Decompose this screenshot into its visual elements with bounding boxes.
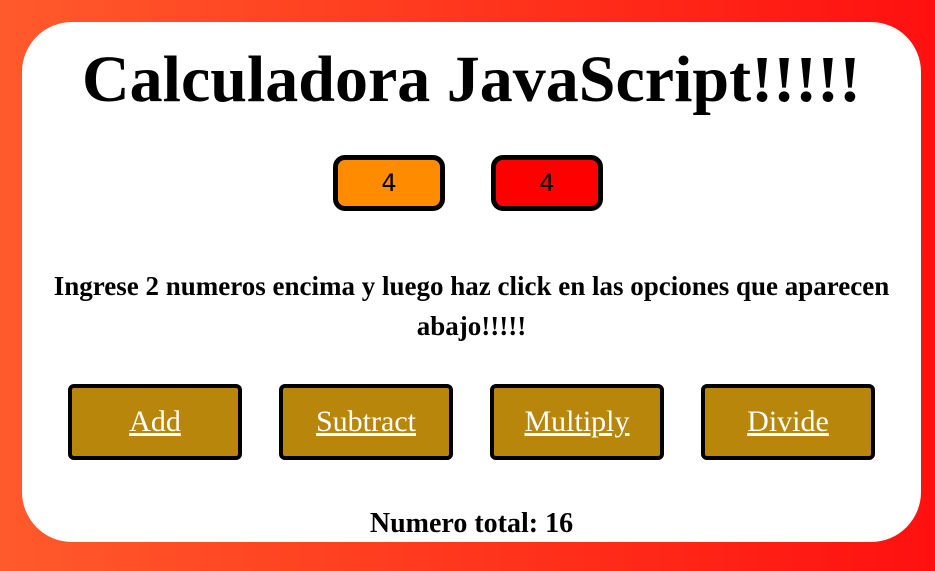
multiply-button[interactable]: Multiply (490, 384, 664, 460)
instructions-text: Ingrese 2 numeros encima y luego haz cli… (53, 271, 890, 341)
page-title: Calculadora JavaScript!!!!! (81, 43, 862, 116)
subtract-button[interactable]: Subtract (279, 384, 453, 460)
add-button[interactable]: Add (68, 384, 242, 460)
second-number-input[interactable] (491, 155, 603, 211)
calculator-card: Calculadora JavaScript!!!!! Ingrese 2 nu… (22, 22, 921, 542)
divide-button[interactable]: Divide (701, 384, 875, 460)
result-total: Numero total: 16 (369, 508, 574, 539)
first-number-input[interactable] (333, 155, 445, 211)
